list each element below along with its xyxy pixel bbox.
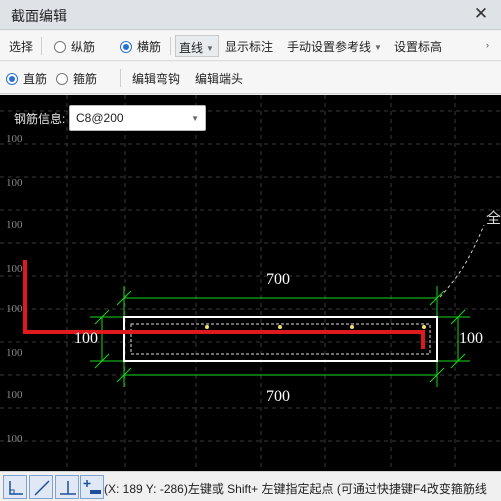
dim-bottom-label: 700 — [266, 388, 290, 405]
stirrup-label: 箍筋 — [73, 72, 98, 86]
radio-selected-icon — [6, 73, 18, 85]
close-icon[interactable]: ✕ — [471, 4, 491, 24]
straight-label: 直筋 — [23, 72, 48, 86]
status-bar: (X: 189 Y: -286)左键或 Shift+ 左键指定起点 (可通过快捷… — [0, 471, 501, 501]
toolbar-divider — [120, 69, 121, 87]
diagonal-line-icon[interactable] — [29, 475, 53, 499]
toolbar-divider — [170, 37, 171, 55]
sub-toolbar: 直筋 箍筋 编辑弯钩 编辑端头 — [0, 62, 501, 94]
chevron-right-icon[interactable]: › — [486, 40, 489, 50]
main-toolbar: 选择 纵筋 横筋 直线 ▼ 显示标注 手动设置参考线 ▼ 设置标高 › — [0, 31, 501, 61]
overflow-text: 全 — [486, 210, 501, 227]
perpendicular-icon[interactable] — [55, 475, 79, 499]
section-outline — [123, 316, 438, 362]
manual-ref-label: 手动设置参考线 — [287, 40, 372, 54]
title-bar: 截面编辑 ✕ — [0, 0, 501, 30]
dim-left-label: 100 — [74, 330, 98, 347]
drawing-canvas[interactable]: 100 100 100 100 100 100 100 100 钢筋信息: C8… — [0, 95, 501, 471]
dim-right-label: 100 — [459, 330, 483, 347]
chevron-down-icon: ▼ — [206, 44, 214, 53]
straight-rebar-radio[interactable]: 直筋 — [6, 70, 47, 87]
chevron-down-icon: ▼ — [374, 43, 382, 52]
edit-hook-button[interactable]: 编辑弯钩 — [132, 70, 180, 87]
rebar-info-value: C8@200 — [76, 111, 124, 125]
transverse-radio[interactable]: 横筋 — [120, 38, 161, 55]
stirrup-radio[interactable]: 箍筋 — [56, 70, 97, 87]
orthogonal-icon[interactable] — [3, 475, 27, 499]
status-message: (X: 189 Y: -286)左键或 Shift+ 左键指定起点 (可通过快捷… — [104, 482, 487, 496]
radio-icon — [54, 41, 66, 53]
window-title: 截面编辑 — [11, 8, 67, 24]
manual-ref-line-dropdown[interactable]: 手动设置参考线 ▼ — [287, 38, 382, 55]
dimension-lines — [90, 286, 470, 387]
line-mode-dropdown[interactable]: 直线 ▼ — [175, 35, 219, 57]
transverse-label: 横筋 — [137, 40, 162, 54]
guide-line — [439, 224, 485, 298]
snap-points — [205, 325, 426, 329]
radio-icon — [56, 73, 68, 85]
rebar-info-select[interactable]: C8@200 ▼ — [69, 105, 206, 131]
longitudinal-label: 纵筋 — [71, 40, 96, 54]
toolbar-divider — [41, 37, 42, 55]
edit-end-button[interactable]: 编辑端头 — [195, 70, 243, 87]
show-dims-button[interactable]: 显示标注 — [225, 38, 273, 55]
set-elevation-button[interactable]: 设置标高 — [394, 38, 442, 55]
radio-selected-icon — [120, 41, 132, 53]
rebar-info-label: 钢筋信息: — [14, 112, 66, 126]
section-drawing — [23, 224, 485, 387]
line-mode-label: 直线 — [179, 41, 204, 55]
dim-top-label: 700 — [266, 271, 290, 288]
select-button[interactable]: 选择 — [9, 38, 33, 55]
longitudinal-radio[interactable]: 纵筋 — [54, 38, 95, 55]
chevron-down-icon: ▼ — [191, 114, 199, 123]
add-point-icon[interactable] — [80, 475, 104, 499]
